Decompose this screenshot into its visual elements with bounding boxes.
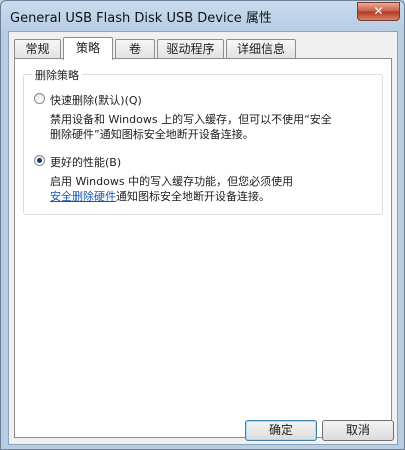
better-performance-radio[interactable] (34, 155, 45, 166)
quick-desc-line1: 禁用设备和 Windows 上的写入缓存，但可以不使用“安全 (50, 113, 332, 126)
tab-driver[interactable]: 驱动程序 (157, 39, 224, 58)
cancel-button[interactable]: 取消 (322, 420, 394, 441)
quick-removal-description: 禁用设备和 Windows 上的写入缓存，但可以不使用“安全 删除硬件”通知图标… (50, 112, 332, 142)
group-title: 删除策略 (32, 67, 82, 83)
better-desc-line1: 启用 Windows 中的写入缓存功能，但您必须使用 (50, 175, 294, 188)
close-icon: ✕ (373, 4, 384, 18)
quick-removal-label: 快速删除(默认)(Q) (50, 94, 142, 107)
tab-details[interactable]: 详细信息 (226, 39, 296, 58)
window-title: General USB Flash Disk USB Device 属性 (10, 11, 272, 26)
title-bar[interactable]: General USB Flash Disk USB Device 属性 ✕ (1, 1, 404, 29)
better-performance-description: 启用 Windows 中的写入缓存功能，但您必须使用 安全删除硬件通知图标安全地… (50, 174, 293, 204)
better-desc-line2: 安全删除硬件通知图标安全地断开设备连接。 (50, 189, 293, 204)
properties-window: General USB Flash Disk USB Device 属性 ✕ 常… (0, 0, 405, 450)
dialog-client-area: 常规 策略 卷 驱动程序 详细信息 删除策略 快速删除(默认)(Q) 禁用设备和… (8, 31, 398, 445)
tab-volumes[interactable]: 卷 (115, 39, 155, 58)
removal-policy-group: 删除策略 快速删除(默认)(Q) 禁用设备和 Windows 上的写入缓存，但可… (23, 67, 383, 215)
better-performance-label: 更好的性能(B) (50, 156, 122, 169)
better-desc-line2-rest: 通知图标安全地断开设备连接。 (116, 190, 270, 203)
policies-panel: 删除策略 快速删除(默认)(Q) 禁用设备和 Windows 上的写入缓存，但可… (14, 58, 392, 438)
tab-general[interactable]: 常规 (14, 39, 61, 58)
tab-strip: 常规 策略 卷 驱动程序 详细信息 (14, 37, 394, 60)
quick-removal-radio[interactable] (34, 93, 45, 104)
quick-desc-line2: 删除硬件”通知图标安全地断开设备连接。 (50, 128, 254, 141)
safely-remove-hardware-link[interactable]: 安全删除硬件 (50, 190, 116, 203)
ok-button[interactable]: 确定 (245, 420, 317, 441)
tab-policies[interactable]: 策略 (63, 37, 113, 60)
close-button[interactable]: ✕ (357, 2, 400, 21)
